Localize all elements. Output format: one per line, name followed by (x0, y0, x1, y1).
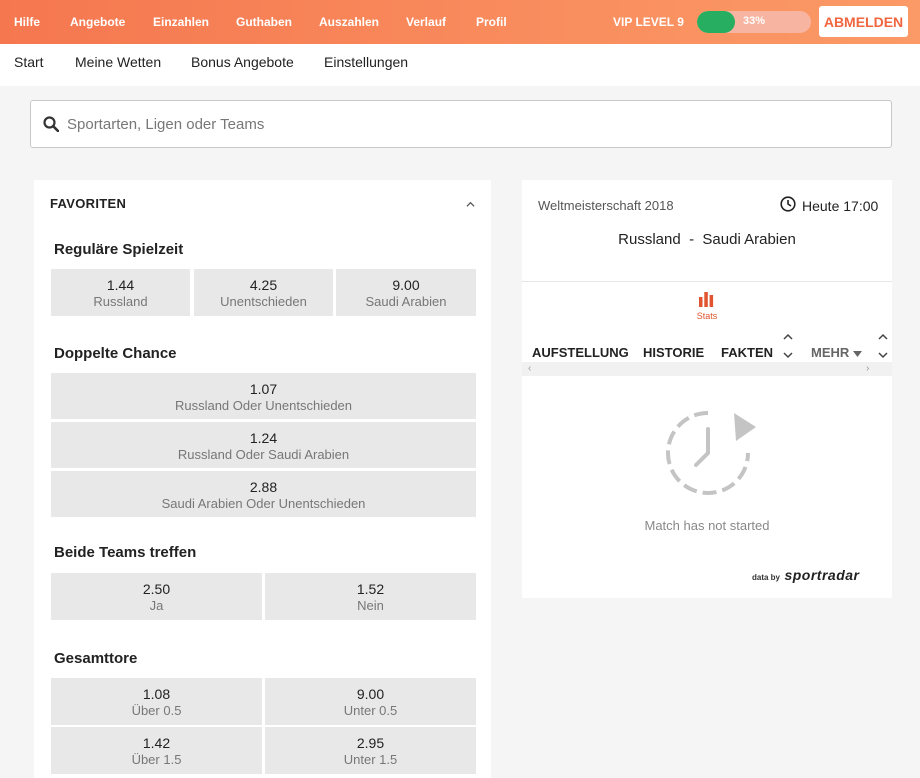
section-title: Doppelte Chance (54, 345, 177, 362)
divider (522, 281, 892, 282)
odds-label: Russland (93, 294, 148, 309)
search-icon (43, 116, 59, 132)
odds-value: 1.07 (249, 381, 278, 397)
odds-button[interactable]: 2.88 Saudi Arabien Oder Unentschieden (51, 471, 476, 517)
scroll-left-icon[interactable]: ‹ (528, 363, 531, 374)
odds-button[interactable]: 2.95 Unter 1.5 (265, 727, 476, 774)
sportradar-logo: data by sportradar (752, 567, 860, 585)
odds-button[interactable]: 9.00 Unter 0.5 (265, 678, 476, 725)
search-input[interactable] (67, 101, 867, 147)
odds-value: 1.42 (142, 735, 171, 751)
odds-label: Saudi Arabien Oder Unentschieden (161, 496, 366, 511)
vip-progress-bar: 33% (697, 11, 811, 33)
away-team: Saudi Arabien (702, 231, 796, 248)
odds-button[interactable]: 9.00 Saudi Arabien (336, 269, 476, 316)
section-title: Beide Teams treffen (54, 544, 197, 561)
vertical-scroll-arrows[interactable] (876, 330, 890, 362)
odds-label: Russland Oder Unentschieden (174, 398, 353, 413)
vip-level: VIP LEVEL 9 (613, 15, 684, 29)
odds-label: Nein (357, 598, 384, 613)
subnav-einstellungen[interactable]: Einstellungen (324, 54, 408, 70)
subnav-start[interactable]: Start (14, 54, 44, 70)
horizontal-scrollbar[interactable]: ‹ › (522, 362, 892, 376)
tab-mehr[interactable]: MEHR (811, 345, 862, 360)
odds-button[interactable]: 1.52 Nein (265, 573, 476, 620)
odds-label: Saudi Arabien (365, 294, 447, 309)
odds-value: 2.95 (356, 735, 385, 751)
odds-label: Unentschieden (220, 294, 307, 309)
provider-name: sportradar (784, 567, 860, 583)
clock-icon (780, 196, 796, 212)
odds-value: 2.88 (249, 479, 278, 495)
odds-button[interactable]: 4.25 Unentschieden (194, 269, 333, 316)
nav-einzahlen[interactable]: Einzahlen (153, 15, 209, 29)
odds-label: Unter 1.5 (343, 752, 398, 767)
odds-value: 2.50 (142, 581, 171, 597)
favorites-panel: FAVORITEN Reguläre Spielzeit 1.44 Russlan… (34, 180, 491, 778)
nav-profil[interactable]: Profil (476, 15, 507, 29)
team-separator: - (689, 231, 695, 248)
odds-label: Unter 0.5 (343, 703, 398, 718)
odds-label: Ja (149, 598, 164, 613)
match-panel: Weltmeisterschaft 2018 Heute 17:00 Russl… (522, 180, 892, 598)
tab-historie[interactable]: HISTORIE (643, 345, 704, 360)
tab-fakten[interactable]: FAKTEN (721, 345, 773, 360)
odds-label: Über 0.5 (131, 703, 182, 718)
odds-label: Über 1.5 (131, 752, 182, 767)
stats-icon[interactable] (698, 291, 714, 307)
provider-prefix: data by (752, 573, 781, 582)
vip-progress-fill (697, 11, 735, 33)
chevron-up-icon[interactable] (466, 200, 475, 209)
vertical-scroll-arrows[interactable] (781, 330, 795, 362)
section-title: Reguläre Spielzeit (54, 241, 184, 258)
nav-auszahlen[interactable]: Auszahlen (319, 15, 379, 29)
odds-value: 4.25 (249, 277, 278, 293)
competition-name: Weltmeisterschaft 2018 (538, 198, 674, 213)
odds-button[interactable]: 1.44 Russland (51, 269, 190, 316)
odds-button[interactable]: 1.42 Über 1.5 (51, 727, 262, 774)
odds-value: 9.00 (356, 686, 385, 702)
home-team: Russland (618, 231, 681, 248)
top-bar: Hilfe Angebote Einzahlen Guthaben Auszah… (0, 0, 920, 44)
subnav-bonus-angebote[interactable]: Bonus Angebote (191, 54, 294, 70)
stats-label[interactable]: Stats (522, 311, 892, 321)
odds-value: 1.44 (106, 277, 135, 293)
odds-value: 1.08 (142, 686, 171, 702)
section-title: Gesamttore (54, 650, 138, 667)
odds-value: 9.00 (392, 277, 420, 293)
scroll-right-icon[interactable]: › (866, 363, 869, 374)
nav-guthaben[interactable]: Guthaben (236, 15, 292, 29)
caret-down-icon (852, 351, 862, 357)
odds-button[interactable]: 1.07 Russland Oder Unentschieden (51, 373, 476, 419)
odds-button[interactable]: 2.50 Ja (51, 573, 262, 620)
odds-button[interactable]: 1.24 Russland Oder Saudi Arabien (51, 422, 476, 468)
subnav-meine-wetten[interactable]: Meine Wetten (75, 54, 161, 70)
match-not-started-clock-icon (666, 411, 756, 495)
search-box (30, 100, 892, 148)
tab-mehr-label: MEHR (811, 345, 850, 360)
odds-label: Russland Oder Saudi Arabien (177, 447, 350, 462)
odds-value: 1.24 (249, 430, 278, 446)
tab-aufstellung[interactable]: AUFSTELLUNG (532, 345, 629, 360)
odds-button[interactable]: 1.08 Über 0.5 (51, 678, 262, 725)
favorites-title: FAVORITEN (50, 196, 127, 211)
match-status: Match has not started (644, 518, 770, 533)
vip-progress-text: 33% (743, 15, 766, 27)
odds-value: 1.52 (356, 581, 385, 597)
nav-angebote[interactable]: Angebote (70, 15, 125, 29)
nav-verlauf[interactable]: Verlauf (406, 15, 446, 29)
match-time: Heute 17:00 (802, 198, 879, 214)
logout-button[interactable]: ABMELDEN (819, 6, 908, 37)
nav-hilfe[interactable]: Hilfe (14, 15, 40, 29)
sub-nav: Start Meine Wetten Bonus Angebote Einste… (0, 44, 920, 86)
match-teams: Russland - Saudi Arabien (522, 231, 892, 248)
